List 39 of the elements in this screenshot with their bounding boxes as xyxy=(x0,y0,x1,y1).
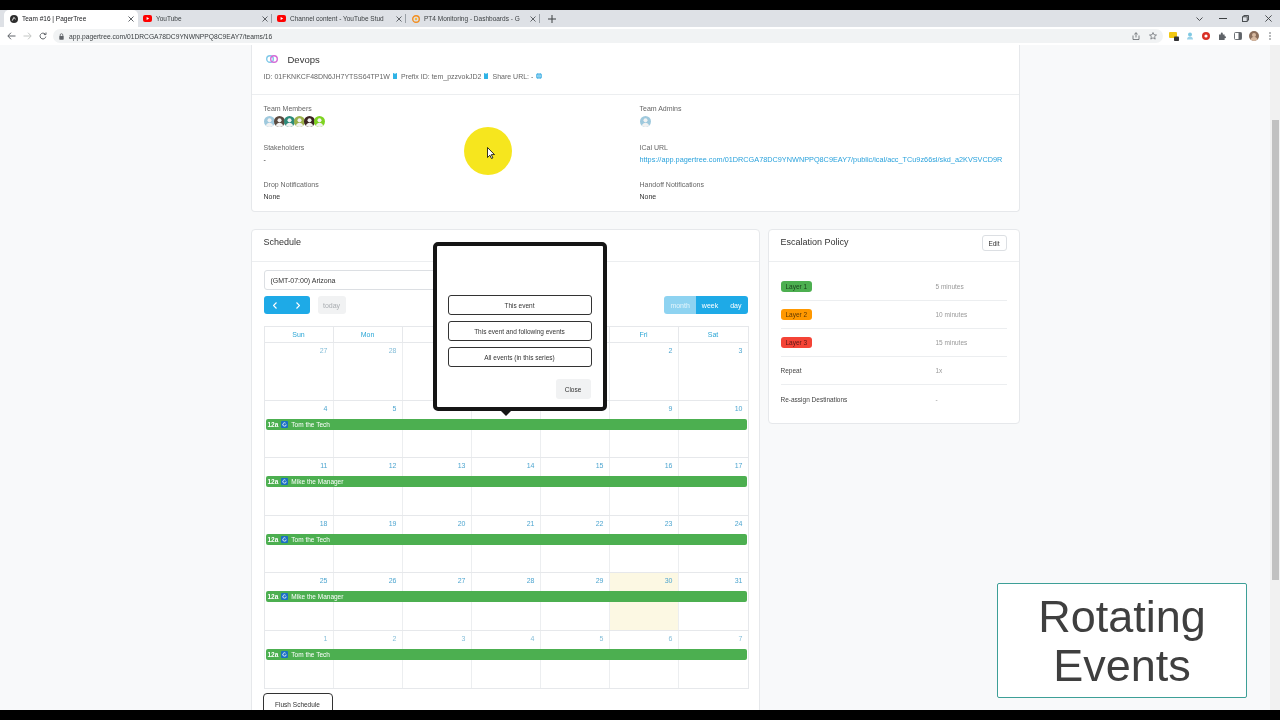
caption-text: Rotating Events xyxy=(997,583,1247,698)
repeat-icon xyxy=(281,535,289,543)
close-icon[interactable] xyxy=(128,15,134,22)
scrollbar-thumb[interactable] xyxy=(1272,120,1279,580)
reload-icon[interactable] xyxy=(39,32,47,40)
puzzle-icon[interactable] xyxy=(1218,32,1226,40)
copy-icon[interactable] xyxy=(484,73,489,79)
profile-avatar-icon[interactable] xyxy=(1249,31,1259,41)
previous-button[interactable] xyxy=(263,296,287,314)
share-icon[interactable] xyxy=(1132,32,1140,40)
chevron-down-icon[interactable] xyxy=(1196,16,1203,21)
lock-icon[interactable] xyxy=(59,32,64,40)
close-icon[interactable] xyxy=(396,15,402,22)
minimize-icon[interactable] xyxy=(1218,18,1227,19)
plus-icon[interactable] xyxy=(548,14,556,23)
close-icon[interactable] xyxy=(262,15,268,22)
repeat-icon xyxy=(281,593,289,600)
repeat-icon xyxy=(281,478,289,485)
favicon-icon xyxy=(411,14,420,23)
back-icon[interactable] xyxy=(6,32,16,40)
team-icon xyxy=(265,54,278,64)
card-title: Escalation Policy xyxy=(780,237,849,248)
team-name: Devops xyxy=(287,53,320,65)
repeat-icon xyxy=(281,650,289,658)
star-icon[interactable] xyxy=(1149,32,1157,40)
chevron-right-icon xyxy=(296,301,300,309)
repeat-icon xyxy=(281,420,289,428)
restore-icon[interactable] xyxy=(1242,15,1249,22)
cursor-icon xyxy=(487,147,495,159)
chevron-left-icon xyxy=(273,301,277,309)
favicon-icon xyxy=(277,15,286,22)
favicon-icon xyxy=(9,14,18,23)
extension-icon[interactable] xyxy=(1169,31,1179,41)
close-icon[interactable] xyxy=(1265,15,1272,22)
copy-icon[interactable] xyxy=(392,73,397,79)
close-icon[interactable] xyxy=(530,15,536,22)
card-title: Schedule xyxy=(263,237,302,248)
side-panel-icon[interactable] xyxy=(1234,32,1242,40)
favicon-icon xyxy=(143,15,152,22)
